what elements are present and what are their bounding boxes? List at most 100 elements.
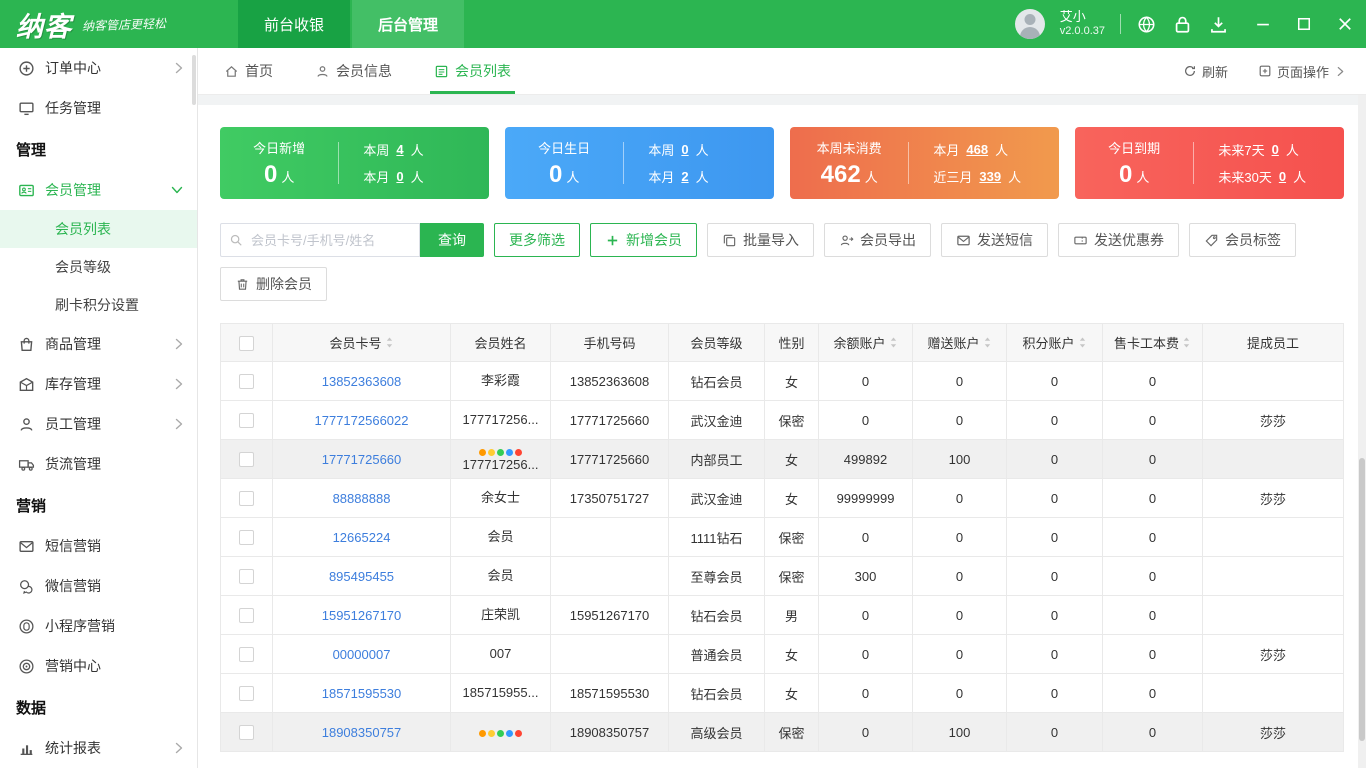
stat-sub-row[interactable]: 本月468人 xyxy=(933,140,1059,159)
sort-icon-points[interactable] xyxy=(1078,336,1087,349)
stat-card-number: 0 xyxy=(264,161,277,188)
top-tab-cashier[interactable]: 前台收银 xyxy=(238,0,350,48)
sidebar-item-wechat-marketing[interactable]: 微信营销 xyxy=(0,566,197,606)
sidebar-scrollbar[interactable] xyxy=(192,55,196,105)
member-card-link[interactable]: 12665224 xyxy=(333,530,391,545)
row-checkbox[interactable] xyxy=(239,491,254,506)
sort-icon-gift[interactable] xyxy=(983,336,992,349)
emoji-dot xyxy=(488,730,495,737)
cell-card: 18571595530 xyxy=(273,674,451,713)
member-export-button[interactable]: 会员导出 xyxy=(824,223,931,257)
lock-icon[interactable] xyxy=(1172,14,1193,35)
cell-fee: 0 xyxy=(1103,518,1203,557)
member-card-link[interactable]: 1777172566022 xyxy=(315,413,409,428)
stat-sub-row[interactable]: 本月0人 xyxy=(363,167,489,186)
batch-import-button[interactable]: 批量导入 xyxy=(707,223,814,257)
sidebar-item-miniprogram-marketing[interactable]: 小程序营销 xyxy=(0,606,197,646)
select-all-checkbox[interactable] xyxy=(239,336,254,351)
vertical-scrollbar[interactable] xyxy=(1358,95,1366,768)
top-tab-backstage[interactable]: 后台管理 xyxy=(352,0,464,48)
row-checkbox[interactable] xyxy=(239,686,254,701)
plus-icon xyxy=(605,233,620,248)
stat-sub-row[interactable]: 本周4人 xyxy=(363,140,489,159)
stat-sub-label: 本月 xyxy=(648,167,674,186)
cell-card: 88888888 xyxy=(273,479,451,518)
header-cell-phone: 手机号码 xyxy=(551,324,669,362)
sort-icon-card[interactable] xyxy=(385,336,394,349)
tab-member-list[interactable]: 会员列表 xyxy=(434,48,511,94)
row-checkbox[interactable] xyxy=(239,608,254,623)
sidebar-item-member-management[interactable]: 会员管理 xyxy=(0,170,197,210)
sidebar-item-product-management[interactable]: 商品管理 xyxy=(0,324,197,364)
sidebar-item-statistics-report[interactable]: 统计报表 xyxy=(0,728,197,768)
app-window: 纳客 纳客管店更轻松 前台收银后台管理 艾小 v2.0.0.37 订单中心任务管… xyxy=(0,0,1366,768)
sidebar-item-order-center[interactable]: 订单中心 xyxy=(0,48,197,88)
query-button[interactable]: 查询 xyxy=(420,223,484,257)
sidebar-subitem-member-level[interactable]: 会员等级 xyxy=(0,248,197,286)
row-checkbox[interactable] xyxy=(239,413,254,428)
tab-home[interactable]: 首页 xyxy=(224,48,273,94)
stat-sub-row[interactable]: 未来7天0人 xyxy=(1218,140,1344,159)
logistics-icon xyxy=(18,456,35,473)
header-text-fee: 售卡工本费 xyxy=(1114,333,1179,352)
sort-icon-balance[interactable] xyxy=(889,336,898,349)
cell-points: 0 xyxy=(1007,401,1103,440)
tab-member-info[interactable]: 会员信息 xyxy=(315,48,392,94)
maximize-button[interactable] xyxy=(1297,17,1311,31)
user-avatar[interactable] xyxy=(1015,9,1045,39)
stat-card-title: 今日新增 xyxy=(253,138,305,157)
sidebar-subitem-card-points-settings[interactable]: 刷卡积分设置 xyxy=(0,286,197,324)
stat-sub-row[interactable]: 未来30天0人 xyxy=(1218,167,1344,186)
member-card-link[interactable]: 17771725660 xyxy=(322,452,402,467)
sidebar-item-marketing-center[interactable]: 营销中心 xyxy=(0,646,197,686)
sidebar-subitem-member-list[interactable]: 会员列表 xyxy=(0,210,197,248)
sidebar-item-task-management[interactable]: 任务管理 xyxy=(0,88,197,128)
delete-member-label: 删除会员 xyxy=(256,274,312,294)
send-sms-button[interactable]: 发送短信 xyxy=(941,223,1048,257)
table-head: 会员卡号会员姓名手机号码会员等级性别余额账户赠送账户积分账户售卡工本费提成员工 xyxy=(221,324,1344,362)
stat-card-title: 今日生日 xyxy=(538,138,590,157)
stat-sub-row[interactable]: 本月2人 xyxy=(648,167,774,186)
close-button[interactable] xyxy=(1338,17,1352,31)
member-card-link[interactable]: 15951267170 xyxy=(322,608,402,623)
row-checkbox[interactable] xyxy=(239,530,254,545)
cell-name: 庄荣凯 xyxy=(451,596,551,635)
member-card-link[interactable]: 13852363608 xyxy=(322,374,402,389)
minimize-button[interactable] xyxy=(1256,17,1270,31)
sidebar-item-sms-marketing[interactable]: 短信营销 xyxy=(0,526,197,566)
cell-select xyxy=(221,440,273,479)
member-card-link[interactable]: 18908350757 xyxy=(322,725,402,740)
add-member-button[interactable]: 新增会员 xyxy=(590,223,697,257)
delete-member-button[interactable]: 删除会员 xyxy=(220,267,327,301)
row-checkbox[interactable] xyxy=(239,569,254,584)
more-filters-button[interactable]: 更多筛选 xyxy=(494,223,580,257)
row-checkbox[interactable] xyxy=(239,647,254,662)
scrollbar-thumb[interactable] xyxy=(1359,458,1365,741)
member-tag-button[interactable]: 会员标签 xyxy=(1189,223,1296,257)
cell-staff: 莎莎 xyxy=(1203,635,1344,674)
search-input[interactable] xyxy=(220,223,420,257)
page-operations-button[interactable]: 页面操作 xyxy=(1258,62,1344,81)
row-checkbox[interactable] xyxy=(239,725,254,740)
member-card-link[interactable]: 895495455 xyxy=(329,569,394,584)
sort-icon-fee[interactable] xyxy=(1182,336,1191,349)
stat-card-number: 0 xyxy=(1119,161,1132,188)
row-checkbox[interactable] xyxy=(239,374,254,389)
stat-sub-row[interactable]: 近三月339人 xyxy=(933,167,1059,186)
sidebar-item-logistics-management[interactable]: 货流管理 xyxy=(0,444,197,484)
header-text-name: 会员姓名 xyxy=(474,333,526,352)
send-coupon-button[interactable]: 发送优惠券 xyxy=(1058,223,1179,257)
sidebar-item-inventory-management[interactable]: 库存管理 xyxy=(0,364,197,404)
member-card-link[interactable]: 88888888 xyxy=(333,491,391,506)
stat-sub-row[interactable]: 本周0人 xyxy=(648,140,774,159)
member-card-link[interactable]: 18571595530 xyxy=(322,686,402,701)
sidebar-item-staff-management[interactable]: 员工管理 xyxy=(0,404,197,444)
header-text-phone: 手机号码 xyxy=(583,333,635,352)
service-icon[interactable] xyxy=(1136,14,1157,35)
download-icon[interactable] xyxy=(1208,14,1229,35)
refresh-button[interactable]: 刷新 xyxy=(1183,62,1228,81)
member-card-link[interactable]: 00000007 xyxy=(333,647,391,662)
member-name: 庄荣凯 xyxy=(457,607,544,623)
member-name: 177717256... xyxy=(457,412,544,428)
row-checkbox[interactable] xyxy=(239,452,254,467)
